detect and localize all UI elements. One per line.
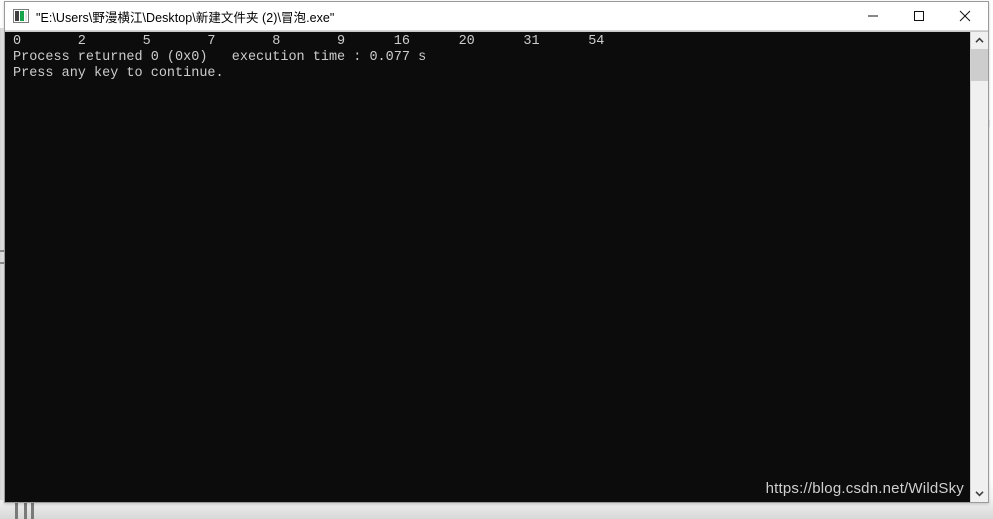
close-button[interactable]: [942, 2, 988, 30]
watermark-text: https://blog.csdn.net/WildSky: [765, 480, 964, 497]
scrollbar-track[interactable]: [971, 49, 988, 485]
scroll-down-button[interactable]: [971, 485, 988, 502]
scrollbar-thumb[interactable]: [971, 49, 988, 81]
window-title: "E:\Users\野漫横江\Desktop\新建文件夹 (2)\冒泡.exe": [36, 10, 335, 25]
scroll-up-button[interactable]: [971, 32, 988, 49]
console-app-icon: [13, 9, 29, 23]
maximize-button[interactable]: [896, 2, 942, 30]
window-controls: [850, 2, 988, 30]
close-icon: [959, 10, 971, 22]
console-window: "E:\Users\野漫横江\Desktop\新建文件夹 (2)\冒泡.exe": [4, 1, 989, 503]
minimize-icon: [868, 15, 878, 17]
window-titlebar[interactable]: "E:\Users\野漫横江\Desktop\新建文件夹 (2)\冒泡.exe": [5, 2, 988, 31]
minimize-button[interactable]: [850, 2, 896, 30]
bottom-scroll-nub: [31, 503, 34, 519]
vertical-scrollbar[interactable]: [970, 32, 988, 502]
bottom-scroll-nub: [15, 503, 18, 519]
desktop-background: ⊟ "E:\Users\野漫横江\Desktop\新建文件夹 (2)\冒泡.ex…: [0, 0, 993, 519]
maximize-icon: [914, 11, 924, 21]
console-line-process-returned: Process returned 0 (0x0) execution time …: [13, 50, 427, 65]
console-output-area[interactable]: 0 2 5 7 8 9 16 20 31 54 Process returned…: [5, 32, 970, 502]
bottom-scroll-nub: [24, 503, 27, 519]
console-line-numbers: 0 2 5 7 8 9 16 20 31 54: [13, 34, 605, 49]
chevron-up-icon: [975, 37, 984, 43]
console-line-press-any-key: Press any key to continue.: [13, 66, 224, 81]
chevron-down-icon: [975, 491, 984, 497]
window-client-area: 0 2 5 7 8 9 16 20 31 54 Process returned…: [5, 31, 988, 502]
